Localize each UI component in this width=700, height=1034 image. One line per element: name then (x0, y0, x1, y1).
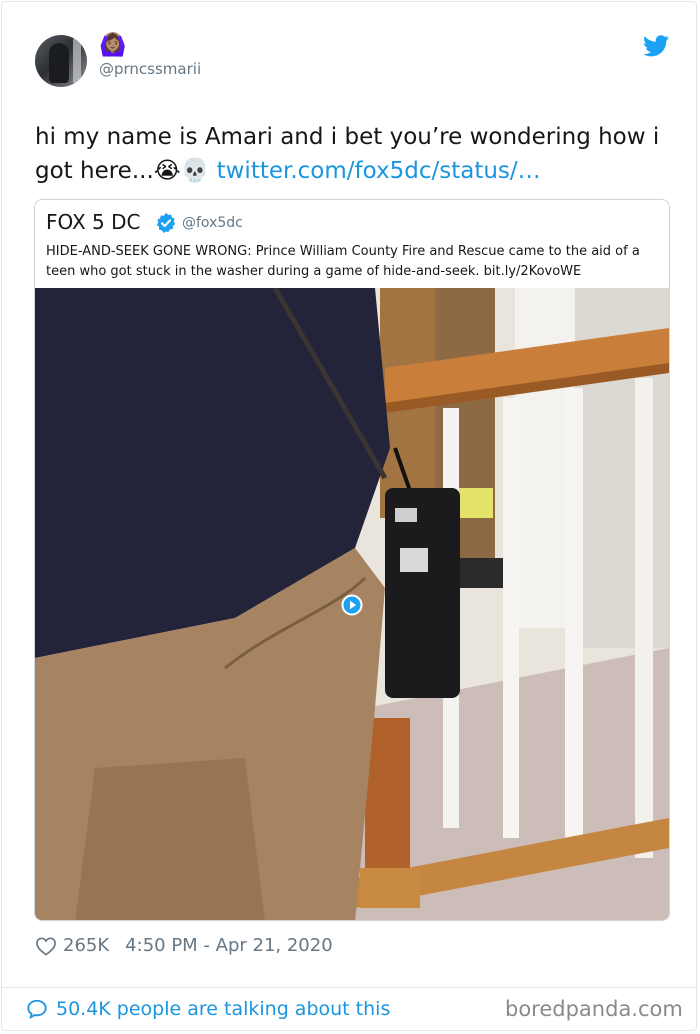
divider (2, 987, 698, 988)
emoji-crying-skull: 😭💀 (153, 158, 210, 184)
tweet-link[interactable]: twitter.com/fox5dc/status/… (217, 158, 541, 184)
display-name-emoji: 🙆🏽‍♀️ (99, 33, 127, 58)
user-handle[interactable]: @prncssmarii (99, 60, 201, 78)
quoted-handle[interactable]: @fox5dc (182, 215, 243, 231)
conversation-link[interactable]: 50.4K people are talking about this (26, 998, 390, 1020)
quoted-text: HIDE-AND-SEEK GONE WRONG: Prince William… (46, 244, 640, 279)
speech-bubble-icon (27, 999, 47, 1020)
tweet-meta: 265K 4:50 PM - Apr 21, 2020 (35, 935, 333, 956)
timestamp[interactable]: 4:50 PM - Apr 21, 2020 (125, 935, 332, 956)
play-icon[interactable] (341, 594, 363, 616)
video-thumbnail[interactable] (35, 288, 669, 920)
talking-count[interactable]: 50.4K people are talking about this (56, 998, 390, 1020)
heart-icon[interactable] (35, 936, 57, 956)
tweet-text: hi my name is Amari and i bet you’re won… (35, 120, 665, 188)
quoted-tweet[interactable]: FOX 5 DC @fox5dc HIDE-AND-SEEK GONE WRON… (34, 199, 670, 921)
tweet-card: 🙆🏽‍♀️ @prncssmarii hi my name is Amari a… (1, 1, 698, 1031)
watermark: boredpanda.com (505, 997, 683, 1021)
quoted-display-name[interactable]: FOX 5 DC (46, 210, 140, 234)
verified-badge-icon (156, 212, 176, 233)
twitter-bird-icon[interactable] (643, 35, 669, 57)
avatar[interactable] (35, 35, 87, 87)
like-count[interactable]: 265K (63, 935, 109, 956)
